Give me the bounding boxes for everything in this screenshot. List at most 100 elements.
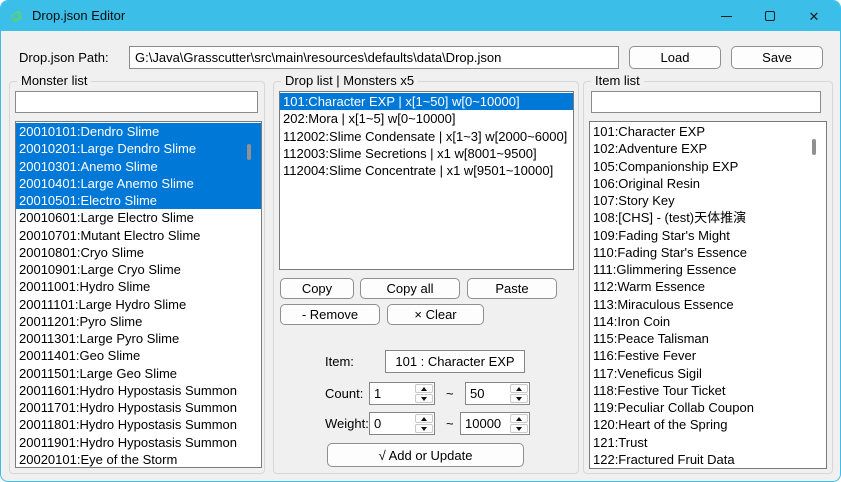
spin-down-button[interactable] xyxy=(415,394,433,403)
item-listbox[interactable]: 101:Character EXP102:Adventure EXP105:Co… xyxy=(589,121,827,469)
item-field[interactable]: 101 : Character EXP xyxy=(385,350,525,373)
item-list-scrollbar[interactable] xyxy=(812,139,816,155)
maximize-button[interactable] xyxy=(748,1,792,31)
list-item[interactable]: 202:Mora | x[1~5] w[0~10000] xyxy=(280,110,573,127)
list-item[interactable]: 20011801:Hydro Hypostasis Summon xyxy=(16,416,261,433)
list-item[interactable]: 20011001:Hydro Slime xyxy=(16,278,261,295)
weight-max-stepper[interactable]: 10000 xyxy=(460,412,530,435)
item-list-group-title: Item list xyxy=(591,73,644,88)
minimize-icon xyxy=(721,16,732,17)
list-item[interactable]: 118:Festive Tour Ticket xyxy=(590,382,826,399)
monster-listbox[interactable]: 20010101:Dendro Slime20010201:Large Dend… xyxy=(15,121,262,468)
monster-list-scrollbar[interactable] xyxy=(247,144,251,160)
app-window: Drop.json Editor ✕ Drop.json Path: Load … xyxy=(0,0,841,482)
count-max-value[interactable]: 50 xyxy=(466,383,509,404)
arrow-up-icon xyxy=(421,417,427,421)
weight-min-value[interactable]: 0 xyxy=(370,413,414,434)
list-item[interactable]: 20010501:Electro Slime xyxy=(16,192,261,209)
path-input[interactable] xyxy=(129,46,619,69)
list-item[interactable]: 20011401:Geo Slime xyxy=(16,347,261,364)
megaphone-icon xyxy=(9,7,27,25)
spin-up-button[interactable] xyxy=(510,414,528,423)
list-item[interactable]: 105:Companionship EXP xyxy=(590,158,826,175)
item-search-input[interactable] xyxy=(591,91,821,113)
list-item[interactable]: 116:Festive Fever xyxy=(590,347,826,364)
list-item[interactable]: 112004:Slime Concentrate | x1 w[9501~100… xyxy=(280,162,573,179)
item-list-group: Item list 101:Character EXP102:Adventure… xyxy=(583,81,833,474)
list-item[interactable]: 108:[CHS] - (test)天体推演 xyxy=(590,209,826,226)
list-item[interactable]: 20010901:Large Cryo Slime xyxy=(16,261,261,278)
list-item[interactable]: 117:Veneficus Sigil xyxy=(590,365,826,382)
list-item[interactable]: 111:Glimmering Essence xyxy=(590,261,826,278)
list-item[interactable]: 20010201:Large Dendro Slime xyxy=(16,140,261,157)
copy-all-button[interactable]: Copy all xyxy=(360,278,460,299)
weight-min-stepper[interactable]: 0 xyxy=(369,412,435,435)
spin-down-button[interactable] xyxy=(415,424,433,433)
list-item[interactable]: 20010401:Large Anemo Slime xyxy=(16,175,261,192)
list-item[interactable]: 20011201:Pyro Slime xyxy=(16,313,261,330)
list-item[interactable]: 101:Character EXP | x[1~50] w[0~10000] xyxy=(280,93,573,110)
list-item[interactable]: 20011901:Hydro Hypostasis Summon xyxy=(16,434,261,451)
weight-range-tilde: ~ xyxy=(446,416,454,431)
list-item[interactable]: 107:Story Key xyxy=(590,192,826,209)
count-min-value[interactable]: 1 xyxy=(370,383,414,404)
list-item[interactable]: 101:Character EXP xyxy=(590,123,826,140)
list-item[interactable]: 20010801:Cryo Slime xyxy=(16,244,261,261)
arrow-down-icon xyxy=(421,397,427,401)
list-item[interactable]: 121:Trust xyxy=(590,434,826,451)
list-item[interactable]: 20011101:Large Hydro Slime xyxy=(16,296,261,313)
list-item[interactable]: 20011501:Large Geo Slime xyxy=(16,365,261,382)
load-button[interactable]: Load xyxy=(629,46,721,69)
list-item[interactable]: 20010101:Dendro Slime xyxy=(16,123,261,140)
close-icon: ✕ xyxy=(809,10,820,23)
spin-up-button[interactable] xyxy=(510,384,528,393)
remove-button[interactable]: - Remove xyxy=(280,304,380,325)
drop-list-group: Drop list | Monsters x5 101:Character EX… xyxy=(273,81,579,474)
list-item[interactable]: 113:Miraculous Essence xyxy=(590,296,826,313)
drop-listbox[interactable]: 101:Character EXP | x[1~50] w[0~10000]20… xyxy=(279,91,574,270)
copy-button[interactable]: Copy xyxy=(280,278,354,299)
list-item[interactable]: 122:Fractured Fruit Data xyxy=(590,451,826,468)
paste-button[interactable]: Paste xyxy=(467,278,557,299)
weight-max-value[interactable]: 10000 xyxy=(461,413,509,434)
spin-up-button[interactable] xyxy=(415,414,433,423)
list-item[interactable]: 20011701:Hydro Hypostasis Summon xyxy=(16,399,261,416)
list-item[interactable]: 112002:Slime Condensate | x[1~3] w[2000~… xyxy=(280,128,573,145)
count-min-stepper[interactable]: 1 xyxy=(369,382,435,405)
minimize-button[interactable] xyxy=(704,1,748,31)
arrow-up-icon xyxy=(421,387,427,391)
list-item[interactable]: 20010701:Mutant Electro Slime xyxy=(16,227,261,244)
monster-search-input[interactable] xyxy=(15,91,258,113)
spin-down-button[interactable] xyxy=(510,394,528,403)
list-item[interactable]: 120:Heart of the Spring xyxy=(590,416,826,433)
list-item[interactable]: 112003:Slime Secretions | x1 w[8001~9500… xyxy=(280,145,573,162)
spin-up-button[interactable] xyxy=(415,384,433,393)
title-bar[interactable]: Drop.json Editor ✕ xyxy=(1,1,840,31)
list-item[interactable]: 20011301:Large Pyro Slime xyxy=(16,330,261,347)
list-item[interactable]: 115:Peace Talisman xyxy=(590,330,826,347)
list-item[interactable]: 106:Original Resin xyxy=(590,175,826,192)
count-label: Count: xyxy=(325,386,363,401)
list-item[interactable]: 110:Fading Star's Essence xyxy=(590,244,826,261)
list-item[interactable]: 109:Fading Star's Might xyxy=(590,227,826,244)
save-button[interactable]: Save xyxy=(731,46,823,69)
list-item[interactable]: 20010601:Large Electro Slime xyxy=(16,209,261,226)
maximize-icon xyxy=(765,11,775,21)
clear-button[interactable]: × Clear xyxy=(387,304,484,325)
arrow-down-icon xyxy=(516,397,522,401)
close-button[interactable]: ✕ xyxy=(792,1,836,31)
spin-down-button[interactable] xyxy=(510,424,528,433)
monster-list-group-title: Monster list xyxy=(17,73,91,88)
add-or-update-button[interactable]: √ Add or Update xyxy=(327,443,524,467)
list-item[interactable]: 119:Peculiar Collab Coupon xyxy=(590,399,826,416)
weight-label: Weight: xyxy=(325,416,369,431)
list-item[interactable]: 20011601:Hydro Hypostasis Summon xyxy=(16,382,261,399)
drop-list-group-title: Drop list | Monsters x5 xyxy=(281,73,418,88)
arrow-down-icon xyxy=(516,427,522,431)
count-max-stepper[interactable]: 50 xyxy=(465,382,530,405)
list-item[interactable]: 114:Iron Coin xyxy=(590,313,826,330)
list-item[interactable]: 20010301:Anemo Slime xyxy=(16,158,261,175)
list-item[interactable]: 112:Warm Essence xyxy=(590,278,826,295)
list-item[interactable]: 102:Adventure EXP xyxy=(590,140,826,157)
list-item[interactable]: 20020101:Eye of the Storm xyxy=(16,451,261,468)
